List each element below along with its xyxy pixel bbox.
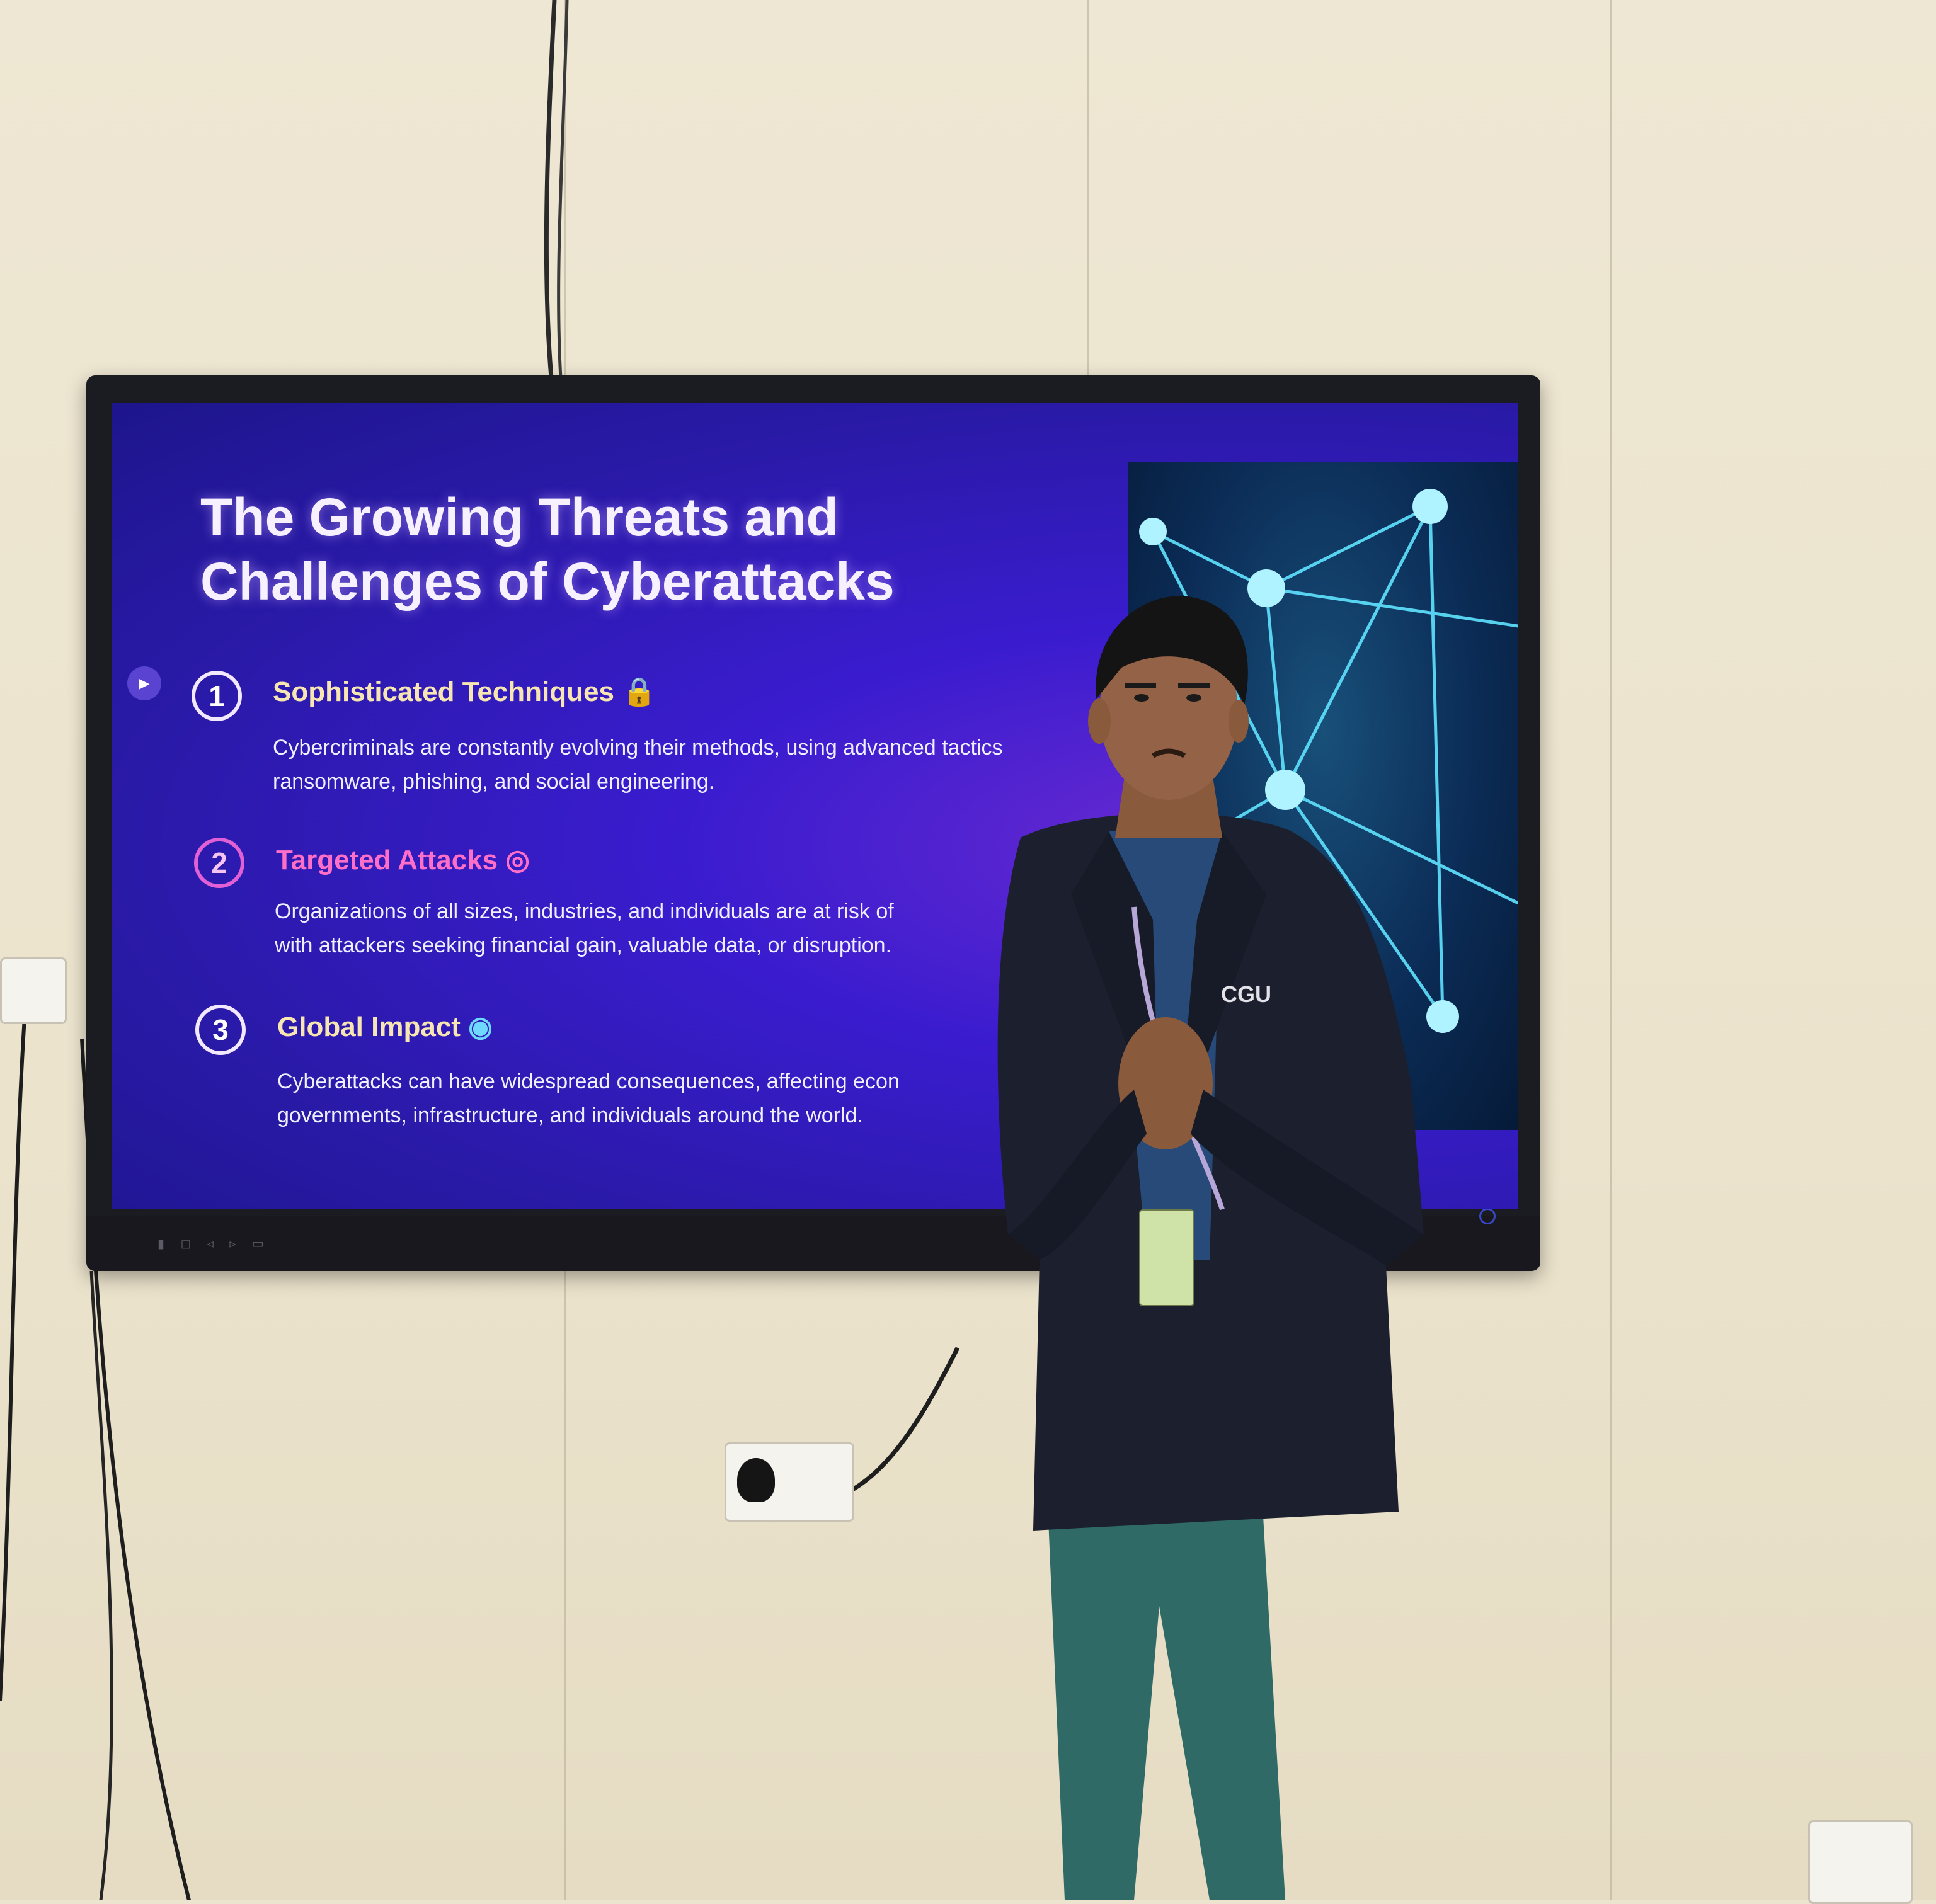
item-heading-text: Global Impact xyxy=(277,1012,461,1042)
item-number-badge: 2 xyxy=(194,838,244,888)
item-heading-text: Targeted Attacks xyxy=(276,845,498,875)
item-heading-text: Sophisticated Techniques xyxy=(273,676,614,707)
power-icon xyxy=(1479,1208,1496,1224)
item-heading: Targeted Attacks ◎ xyxy=(276,844,530,876)
wall-socket xyxy=(0,957,67,1024)
item-heading: Global Impact ◉ xyxy=(277,1011,493,1043)
target-icon: ◎ xyxy=(505,845,530,875)
lock-icon: 🔒 xyxy=(622,676,656,707)
item-number-badge: 1 xyxy=(192,671,242,721)
play-icon: ▶ xyxy=(127,666,161,700)
globe-icon: ◉ xyxy=(468,1012,493,1042)
plug xyxy=(737,1458,775,1502)
item-heading: Sophisticated Techniques 🔒 xyxy=(273,675,656,708)
monitor-button-icons: ▮ ◻ ◃ ▹ ▭ xyxy=(158,1237,270,1251)
slide-title-line: Challenges of Cyberattacks xyxy=(200,552,895,612)
item-number-badge: 3 xyxy=(195,1005,246,1055)
slide-title: The Growing Threats and Challenges of Cy… xyxy=(200,485,956,614)
id-card xyxy=(1139,1209,1194,1306)
slide-title-line: The Growing Threats and xyxy=(200,487,839,547)
wall-switch xyxy=(1808,1820,1913,1904)
blazer-logo: CGU xyxy=(1221,981,1271,1007)
